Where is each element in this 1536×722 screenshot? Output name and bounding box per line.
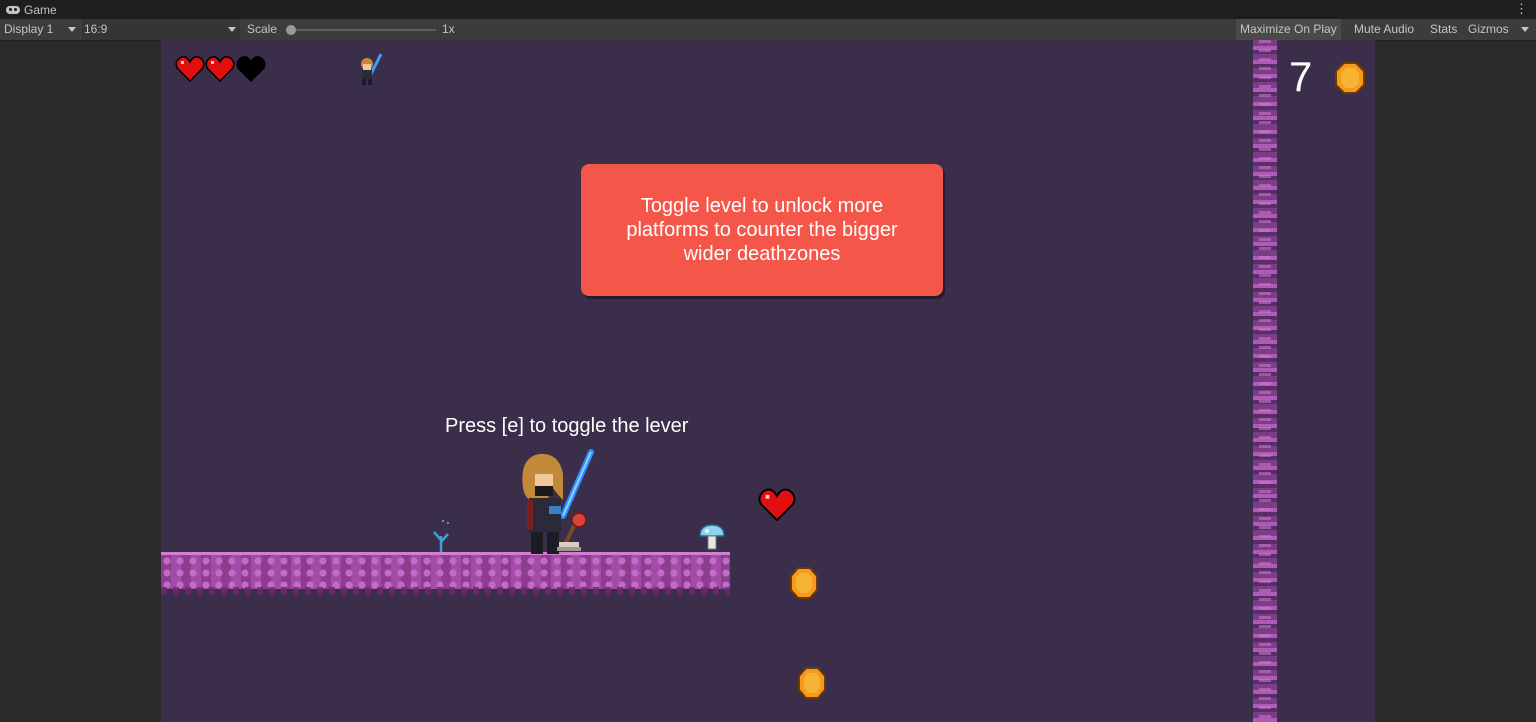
editor-tab-bar: Game ⋮	[0, 0, 1536, 19]
gizmos-toggle[interactable]: Gizmos	[1464, 19, 1513, 40]
mute-audio-toggle[interactable]: Mute Audio	[1350, 19, 1418, 40]
aspect-ratio-value: 16:9	[84, 22, 108, 36]
scale-label: Scale	[247, 22, 278, 36]
gamepad-icon	[6, 6, 20, 14]
mushroom-icon	[699, 524, 725, 550]
hud-heart-empty-icon	[236, 56, 266, 83]
more-options-icon[interactable]: ⋮	[1515, 1, 1528, 17]
coin-pickup-icon	[790, 567, 818, 599]
heart-pickup-icon	[758, 488, 796, 522]
coin-pickup-icon	[798, 667, 826, 699]
game-view-toolbar: Display 1 16:9 Scale 1x Maximize On Play…	[0, 19, 1536, 41]
game-tab-label: Game	[24, 3, 57, 17]
game-tab[interactable]: Game	[6, 2, 57, 18]
hud-heart-icon	[175, 56, 205, 83]
interaction-hint: Press [e] to toggle the lever	[445, 415, 689, 437]
lever[interactable]	[555, 512, 591, 552]
gizmos-dropdown-icon[interactable]	[1521, 27, 1529, 32]
coin-counter: 7	[1289, 53, 1313, 100]
hud-heart-icon	[205, 56, 235, 83]
stats-toggle[interactable]: Stats	[1426, 19, 1461, 40]
scale-slider-track[interactable]	[288, 29, 436, 31]
crystal-wall	[1253, 40, 1277, 722]
scale-slider-handle[interactable]	[286, 25, 296, 35]
game-viewport[interactable]: 7 Toggle level to unlock more platforms …	[161, 40, 1375, 722]
dropdown-arrow-icon	[68, 27, 76, 32]
coin-icon	[1335, 62, 1365, 94]
display-dropdown[interactable]: Display 1	[4, 19, 78, 40]
tutorial-message-text: Toggle level to unlock more platforms to…	[626, 195, 898, 265]
plant-sprout-icon	[433, 520, 449, 552]
maximize-on-play-toggle[interactable]: Maximize On Play	[1236, 19, 1341, 40]
ground-platform	[161, 552, 730, 595]
display-dropdown-value: Display 1	[4, 22, 54, 36]
tutorial-message: Toggle level to unlock more platforms to…	[581, 164, 943, 296]
player-avatar-icon	[361, 53, 383, 85]
scale-value: 1x	[442, 22, 455, 36]
aspect-ratio-dropdown[interactable]: 16:9	[82, 19, 240, 40]
dropdown-arrow-icon	[228, 27, 236, 32]
